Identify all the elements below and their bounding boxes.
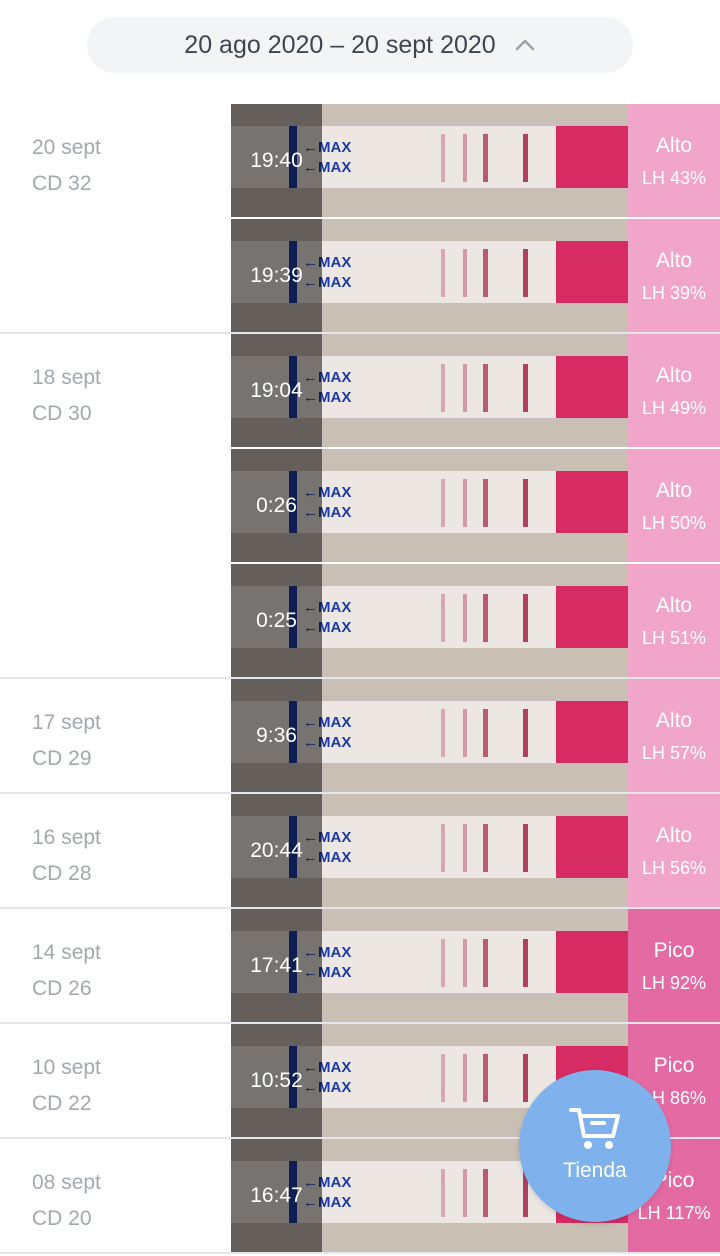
test-result: Alto LH 57% — [628, 679, 720, 792]
fertility-level: Alto — [655, 594, 693, 617]
fertility-level: Alto — [655, 249, 693, 272]
lh-value: LH 92% — [641, 973, 707, 993]
lh-value: LH 43% — [641, 168, 707, 188]
test-time: 0:25 — [231, 564, 322, 677]
test-time: 9:36 — [231, 679, 322, 792]
test-time: 0:26 — [231, 449, 322, 562]
day-date: 14 sept — [32, 941, 101, 964]
test-entry[interactable]: ←MAX ←MAX 19:39 Alto LH 39% — [231, 219, 720, 332]
lh-value: LH 39% — [641, 283, 707, 303]
fertility-level: Alto — [655, 134, 693, 157]
date-range-selector[interactable]: 20 ago 2020 – 20 sept 2020 — [87, 17, 633, 73]
day-label: 10 sept CD 22 — [32, 1050, 101, 1122]
test-result: Alto LH 51% — [628, 564, 720, 677]
day-date: 16 sept — [32, 826, 101, 849]
test-time: 19:04 — [231, 334, 322, 447]
cycle-day: CD 20 — [32, 1207, 92, 1230]
fertility-level: Alto — [655, 824, 693, 847]
day-label: 16 sept CD 28 — [32, 820, 101, 892]
fertility-level: Pico — [653, 939, 695, 962]
test-entry[interactable]: ←MAX ←MAX 9:36 Alto LH 57% — [231, 679, 720, 792]
test-entry[interactable]: ←MAX ←MAX 17:41 Pico LH 92% — [231, 909, 720, 1022]
cycle-day: CD 28 — [32, 862, 92, 885]
day-date: 17 sept — [32, 711, 101, 734]
test-result: Alto LH 56% — [628, 794, 720, 907]
shop-button[interactable]: Tienda — [519, 1070, 671, 1222]
cycle-day: CD 22 — [32, 1092, 92, 1115]
day-group: 17 sept CD 29 ←MAX ←MAX 9:36 Alto LH 57% — [0, 679, 720, 794]
day-label: 14 sept CD 26 — [32, 935, 101, 1007]
day-label: 20 sept CD 32 — [32, 130, 101, 202]
shop-label: Tienda — [563, 1159, 627, 1182]
test-time: 16:47 — [231, 1139, 322, 1252]
lh-value: LH 57% — [641, 743, 707, 763]
test-time: 19:39 — [231, 219, 322, 332]
date-range-label: 20 ago 2020 – 20 sept 2020 — [184, 30, 496, 59]
test-entry[interactable]: ←MAX ←MAX 0:26 Alto LH 50% — [231, 449, 720, 562]
test-time: 20:44 — [231, 794, 322, 907]
day-group: 14 sept CD 26 ←MAX ←MAX 17:41 Pico LH 92% — [0, 909, 720, 1024]
lh-value: LH 49% — [641, 398, 707, 418]
test-time: 19:40 — [231, 104, 322, 217]
fertility-level: Pico — [653, 1054, 695, 1077]
day-date: 20 sept — [32, 136, 101, 159]
test-result: Pico LH 92% — [628, 909, 720, 1022]
day-group: 18 sept CD 30 ←MAX ←MAX 19:04 Alto LH 49% ←MAX ←… — [0, 334, 720, 679]
test-result: Alto LH 50% — [628, 449, 720, 562]
fertility-level: Alto — [655, 364, 693, 387]
test-result: Alto LH 43% — [628, 104, 720, 217]
test-entry[interactable]: ←MAX ←MAX 19:40 Alto LH 43% — [231, 104, 720, 217]
day-label: 17 sept CD 29 — [32, 705, 101, 777]
test-result: Alto LH 49% — [628, 334, 720, 447]
test-entry[interactable]: ←MAX ←MAX 20:44 Alto LH 56% — [231, 794, 720, 907]
test-entry[interactable]: ←MAX ←MAX 19:04 Alto LH 49% — [231, 334, 720, 447]
test-time: 17:41 — [231, 909, 322, 1022]
day-date: 18 sept — [32, 366, 101, 389]
day-group: 16 sept CD 28 ←MAX ←MAX 20:44 Alto LH 56% — [0, 794, 720, 909]
cycle-day: CD 26 — [32, 977, 92, 1000]
fertility-level: Alto — [655, 479, 693, 502]
lh-value: LH 117% — [637, 1203, 711, 1223]
day-date: 08 sept — [32, 1171, 101, 1194]
test-entry[interactable]: ←MAX ←MAX 0:25 Alto LH 51% — [231, 564, 720, 677]
test-time: 10:52 — [231, 1024, 322, 1137]
day-group: 20 sept CD 32 ←MAX ←MAX 19:40 Alto LH 43% ←MAX ←… — [0, 104, 720, 334]
day-label: 18 sept CD 30 — [32, 360, 101, 432]
fertility-level: Alto — [655, 709, 693, 732]
cycle-day: CD 30 — [32, 402, 92, 425]
day-date: 10 sept — [32, 1056, 101, 1079]
day-label: 08 sept CD 20 — [32, 1165, 101, 1237]
cycle-day: CD 32 — [32, 172, 92, 195]
lh-value: LH 51% — [641, 628, 707, 648]
lh-value: LH 56% — [641, 858, 707, 878]
test-result: Alto LH 39% — [628, 219, 720, 332]
chevron-up-icon — [515, 39, 534, 51]
lh-value: LH 50% — [641, 513, 707, 533]
cycle-day: CD 29 — [32, 747, 92, 770]
shopping-cart-icon — [569, 1108, 620, 1149]
